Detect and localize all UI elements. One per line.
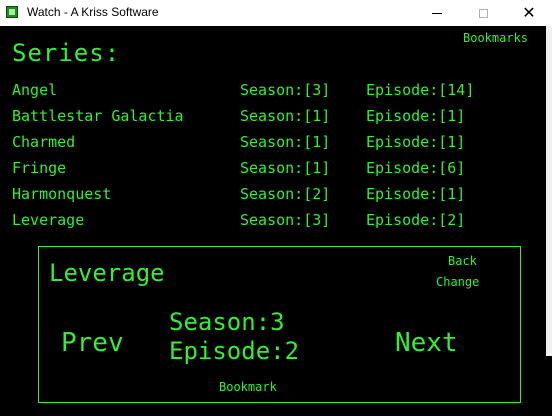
series-list: Angel Season:[3] Episode:[14] Battlestar… [12,81,532,237]
series-season: Season:[1] [240,107,331,125]
series-season: Season:[3] [240,211,331,229]
maximize-icon [478,8,488,18]
change-button[interactable]: Change [436,275,479,289]
series-name: Angel [12,81,58,99]
series-row-fringe[interactable]: Fringe Season:[1] Episode:[6] [12,159,532,185]
series-row-harmonquest[interactable]: Harmonquest Season:[2] Episode:[1] [12,185,532,211]
minimize-icon [432,12,442,14]
title-bar: Watch - A Kriss Software ✕ [0,0,552,26]
series-episode: Episode:[1] [366,107,466,125]
minimize-button[interactable] [414,0,460,26]
series-season: Season:[1] [240,133,331,151]
series-row-charmed[interactable]: Charmed Season:[1] Episode:[1] [12,133,532,159]
close-icon: ✕ [522,3,536,22]
series-name: Harmonquest [12,185,112,203]
current-episode: Episode:2 [169,337,300,365]
series-episode: Episode:[1] [366,185,466,203]
series-name: Charmed [12,133,76,151]
bookmarks-button[interactable]: Bookmarks [463,31,528,45]
series-row-leverage[interactable]: Leverage Season:[3] Episode:[2] [12,211,532,237]
series-season: Season:[1] [240,159,331,177]
series-episode: Episode:[2] [366,211,466,229]
app-icon [6,6,18,18]
next-button[interactable]: Next [395,328,458,358]
series-name: Leverage [12,211,85,229]
maximize-button[interactable] [460,0,506,26]
series-row-angel[interactable]: Angel Season:[3] Episode:[14] [12,81,532,107]
bookmark-button[interactable]: Bookmark [219,380,277,394]
close-button[interactable]: ✕ [506,0,552,26]
series-episode: Episode:[14] [366,81,475,99]
series-episode: Episode:[6] [366,159,466,177]
series-row-battlestar-galactia[interactable]: Battlestar Galactia Season:[1] Episode:[… [12,107,532,133]
series-season: Season:[2] [240,185,331,203]
back-button[interactable]: Back [448,254,477,268]
current-season: Season:3 [169,308,285,336]
series-heading: Series: [12,39,121,67]
prev-button[interactable]: Prev [61,328,124,358]
series-episode: Episode:[1] [366,133,466,151]
window-title: Watch - A Kriss Software [27,5,159,19]
series-name: Fringe [12,159,67,177]
series-name: Battlestar Galactia [12,107,184,125]
detail-title: Leverage [49,259,165,287]
series-season: Season:[3] [240,81,331,99]
series-detail-panel: Leverage Back Change Prev Season:3 Episo… [38,246,521,403]
window-border-strip [546,26,552,356]
